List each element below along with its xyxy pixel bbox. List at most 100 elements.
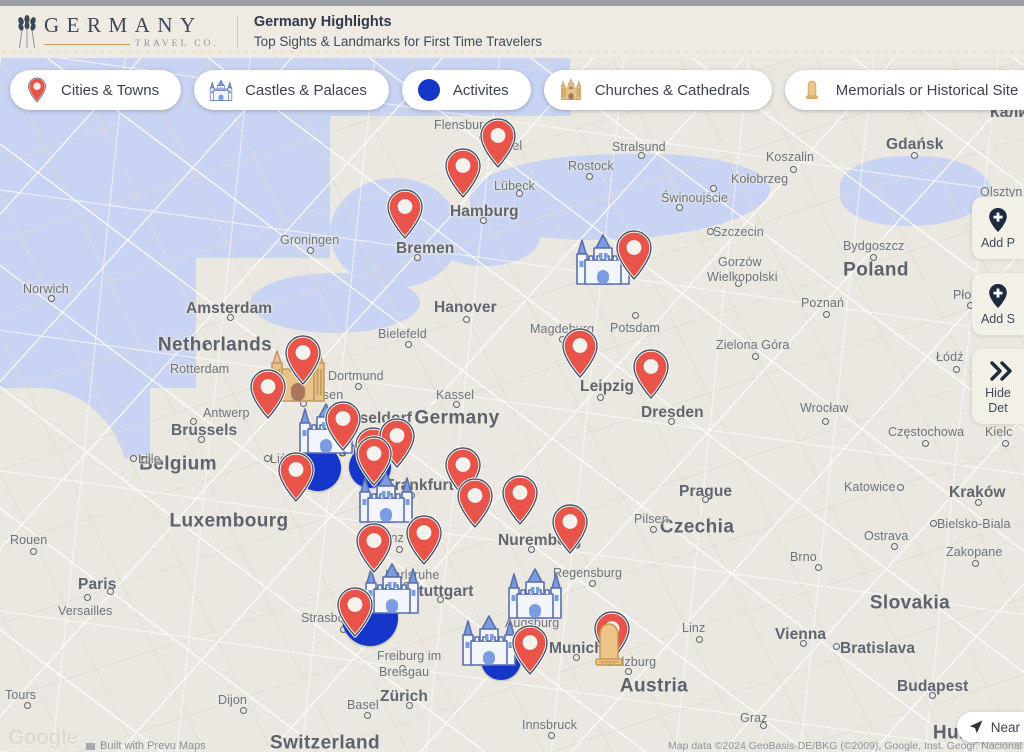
city-pin-marker[interactable]	[354, 435, 394, 487]
map-city-dot	[307, 247, 314, 254]
map-city-label: Hanover	[434, 299, 497, 316]
map-country-label: Czechia	[659, 516, 735, 538]
map-city-label: Bratislava	[840, 640, 916, 657]
map-pin-icon	[24, 76, 50, 104]
map-city-dot	[800, 640, 807, 647]
map-city-dot	[130, 455, 137, 462]
map-city-label: Dijon	[218, 693, 247, 707]
hide-details-button[interactable]: Hide Det	[972, 349, 1024, 424]
built-with-text: Built with Prevu Maps	[100, 740, 206, 752]
map-city-label: Gdańsk	[886, 136, 944, 153]
map-city-label: Bielsko-Biala	[937, 517, 1011, 531]
map-city-dot	[198, 436, 205, 443]
city-pin-marker[interactable]	[631, 348, 671, 400]
blue-circle-icon	[416, 76, 442, 104]
map-city-label: Bydgoszcz	[843, 239, 905, 253]
map-city-label: Zielona Góra	[716, 338, 790, 352]
map-city-dot	[975, 499, 982, 506]
map-city-label: Innsbruck	[522, 718, 578, 732]
map-country-label: Germany	[414, 407, 500, 429]
map-city-dot	[702, 496, 709, 503]
filter-chip-castles-palaces[interactable]: Castles & Palaces	[194, 70, 389, 110]
map-city-dot	[953, 366, 960, 373]
monument-marker[interactable]	[588, 620, 630, 670]
map-city-label: Bremen	[396, 240, 455, 257]
map-city-dot	[760, 722, 767, 729]
map-city-dot	[107, 588, 114, 595]
city-pin-marker[interactable]	[455, 477, 495, 529]
city-pin-marker[interactable]	[614, 229, 654, 281]
filter-chip-churches-cathedrals[interactable]: Churches & Cathedrals	[543, 70, 772, 110]
map-city-label: Szczecin	[713, 225, 764, 239]
city-pin-marker[interactable]	[510, 624, 550, 676]
map-city-dot	[972, 560, 979, 567]
add-place-button[interactable]: Add P	[972, 197, 1024, 259]
city-pin-marker[interactable]	[283, 334, 323, 386]
map-city-dot	[676, 204, 683, 211]
map-city-label: Wielkopolski	[707, 270, 778, 284]
map-city-label: Rouen	[10, 533, 48, 547]
map-city-label: Linz	[682, 621, 706, 635]
map-city-label: Brussels	[171, 422, 238, 439]
map-city-dot	[815, 564, 822, 571]
map-city-label: Gorzów	[718, 255, 762, 269]
map-city-label: Katowice	[844, 480, 896, 494]
map-city-dot	[480, 217, 487, 224]
map-city-label: Wrocław	[800, 401, 849, 415]
chevrons-right-icon	[990, 361, 1012, 381]
map-city-label: Tours	[5, 688, 37, 702]
city-pin-marker[interactable]	[500, 474, 540, 526]
map-city-dot	[833, 643, 840, 650]
city-pin-marker[interactable]	[248, 368, 288, 420]
city-pin-marker[interactable]	[354, 522, 394, 574]
city-pin-marker[interactable]	[385, 188, 425, 240]
map-country-label: Slovakia	[869, 592, 951, 614]
nearby-button[interactable]: Near	[956, 712, 1024, 742]
map-city-label: Zakopane	[946, 545, 1003, 559]
google-logo: Google	[8, 726, 78, 749]
map-country-label: Luxembourg	[169, 510, 289, 532]
city-pin-marker[interactable]	[560, 327, 600, 379]
map-city-label: Versailles	[58, 604, 113, 618]
filter-chip-memorials-or-historical-site[interactable]: Memorials or Historical Site	[784, 70, 1024, 110]
map-side-panel[interactable]: Add P Add S Hide Det	[972, 197, 1024, 424]
map-city-label: Freiburg im	[377, 649, 442, 663]
map-city-label: Basel	[347, 698, 379, 712]
map-city-label: Koszalin	[766, 150, 815, 164]
map-city-label: Lille	[138, 452, 161, 466]
filter-chip-cities-towns[interactable]: Cities & Towns	[10, 70, 182, 110]
map-city-label: Rostock	[568, 159, 614, 173]
church-icon	[558, 76, 584, 104]
map-city-dot	[548, 732, 555, 739]
city-pin-marker[interactable]	[550, 503, 590, 555]
map-city-label: Rotterdam	[170, 362, 230, 376]
map-city-label: Pilsen	[634, 512, 669, 526]
city-pin-marker[interactable]	[443, 147, 483, 199]
map-city-dot	[707, 228, 714, 235]
brand-logo[interactable]: GERMANY TRAVEL CO.	[0, 14, 219, 50]
map-city-dot	[414, 254, 421, 261]
map-city-dot	[822, 418, 829, 425]
city-pin-marker[interactable]	[276, 451, 316, 503]
map-city-dot	[437, 596, 444, 603]
map-city-label: Częstochowa	[888, 425, 965, 439]
map-city-label: Dortmund	[328, 369, 384, 383]
category-filter-bar[interactable]: Cities & Towns Castles & Palaces Activite…	[10, 70, 1024, 110]
city-pin-marker[interactable]	[335, 586, 375, 638]
map-canvas[interactable]: Poland Germany Netherlands Belgium Luxembour…	[0, 58, 1024, 752]
add-stop-button[interactable]: Add S	[972, 273, 1024, 335]
map-city-dot	[638, 152, 645, 159]
city-pin-marker[interactable]	[478, 117, 518, 169]
header-divider	[236, 16, 238, 48]
map-city-dot	[823, 311, 830, 318]
map-city-dot	[929, 692, 936, 699]
navigation-arrow-icon	[969, 720, 983, 734]
map-city-label: Poznań	[801, 296, 844, 310]
filter-chip-activites[interactable]: Activites	[401, 70, 531, 110]
map-city-dot	[48, 295, 55, 302]
city-pin-marker[interactable]	[404, 514, 444, 566]
map-city-dot	[573, 654, 580, 661]
app-header: GERMANY TRAVEL CO. Germany Highlights To…	[0, 6, 1024, 58]
map-city-dot	[870, 254, 877, 261]
nearby-label: Near	[990, 719, 1020, 735]
